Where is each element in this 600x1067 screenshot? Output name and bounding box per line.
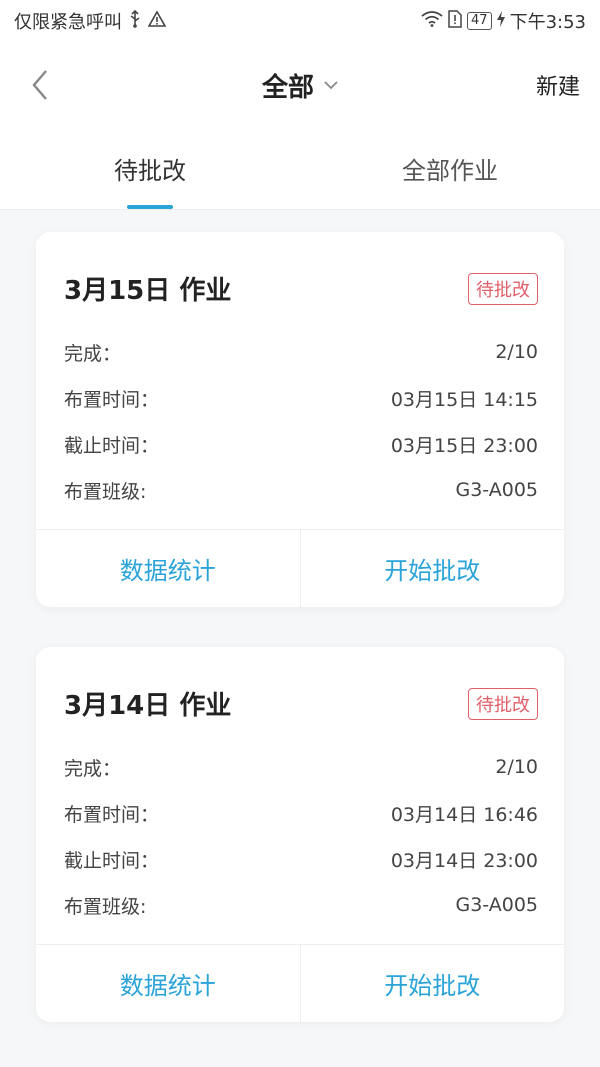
homework-card[interactable]: 3月15日 作业 待批改 完成： 2/10 布置时间： 03月15日 14:15… xyxy=(36,232,564,607)
row-label: 布置班级: xyxy=(64,895,147,918)
chevron-down-icon xyxy=(324,81,338,90)
clock-time: 下午3:53 xyxy=(509,12,586,33)
carrier-text: 仅限紧急呼叫 xyxy=(14,12,122,33)
detail-row-class: 布置班级: G3-A005 xyxy=(64,882,538,928)
row-label: 完成： xyxy=(64,342,122,365)
row-value: 03月14日 16:46 xyxy=(390,803,538,826)
tab-label: 待批改 xyxy=(114,157,186,185)
status-bar: 仅限紧急呼叫 47 下午3:53 xyxy=(0,0,600,42)
start-grading-button[interactable]: 开始批改 xyxy=(299,945,565,1022)
start-grading-button[interactable]: 开始批改 xyxy=(299,530,565,607)
row-value: 03月15日 14:15 xyxy=(390,388,538,411)
top-area: 仅限紧急呼叫 47 下午3:53 全部 新建 待批改 全部作业 xyxy=(0,0,600,210)
row-label: 截止时间： xyxy=(64,434,160,457)
row-value: 03月14日 23:00 xyxy=(390,849,538,872)
usb-icon xyxy=(128,9,142,33)
row-label: 布置时间： xyxy=(64,388,160,411)
sim-alert-icon xyxy=(448,9,462,33)
statistics-button[interactable]: 数据统计 xyxy=(36,945,300,1022)
detail-row-deadline: 截止时间： 03月15日 23:00 xyxy=(64,421,538,467)
tab-bar: 待批改 全部作业 xyxy=(0,128,600,210)
status-badge: 待批改 xyxy=(468,687,538,720)
wifi-icon xyxy=(421,10,443,32)
card-header: 3月14日 作业 待批改 xyxy=(36,647,564,744)
card-title: 3月14日 作业 xyxy=(64,691,232,721)
row-value: 2/10 xyxy=(495,341,538,363)
warning-icon xyxy=(147,9,167,32)
detail-row-deadline: 截止时间： 03月14日 23:00 xyxy=(64,836,538,882)
filter-dropdown[interactable]: 全部 xyxy=(262,67,338,104)
detail-row-assigned-time: 布置时间： 03月14日 16:46 xyxy=(64,790,538,836)
card-details: 完成： 2/10 布置时间： 03月15日 14:15 截止时间： 03月15日… xyxy=(36,329,564,529)
status-badge: 待批改 xyxy=(468,272,538,305)
charging-icon xyxy=(496,10,505,32)
tab-label: 全部作业 xyxy=(402,157,498,185)
detail-row-assigned-time: 布置时间： 03月15日 14:15 xyxy=(64,375,538,421)
detail-row-completion: 完成： 2/10 xyxy=(64,744,538,790)
tab-all-homework[interactable]: 全部作业 xyxy=(300,128,600,209)
card-title: 3月15日 作业 xyxy=(64,276,232,306)
row-value: 03月15日 23:00 xyxy=(390,434,538,457)
tab-indicator xyxy=(127,205,173,209)
homework-list: 3月15日 作业 待批改 完成： 2/10 布置时间： 03月15日 14:15… xyxy=(0,210,600,1022)
nav-bar: 全部 新建 xyxy=(0,42,600,128)
new-button[interactable]: 新建 xyxy=(530,65,586,105)
card-actions: 数据统计 开始批改 xyxy=(36,944,564,1022)
row-label: 布置时间： xyxy=(64,803,160,826)
homework-card[interactable]: 3月14日 作业 待批改 完成： 2/10 布置时间： 03月14日 16:46… xyxy=(36,647,564,1022)
status-left: 仅限紧急呼叫 xyxy=(14,8,167,34)
detail-row-completion: 完成： 2/10 xyxy=(64,329,538,375)
card-details: 完成： 2/10 布置时间： 03月14日 16:46 截止时间： 03月14日… xyxy=(36,744,564,944)
card-actions: 数据统计 开始批改 xyxy=(36,529,564,607)
statistics-button[interactable]: 数据统计 xyxy=(36,530,300,607)
tab-pending[interactable]: 待批改 xyxy=(0,128,300,209)
row-label: 完成： xyxy=(64,757,122,780)
row-label: 截止时间： xyxy=(64,849,160,872)
card-header: 3月15日 作业 待批改 xyxy=(36,232,564,329)
chevron-left-icon xyxy=(32,70,47,100)
row-value: G3-A005 xyxy=(455,894,538,916)
battery-indicator: 47 xyxy=(467,12,492,30)
detail-row-class: 布置班级: G3-A005 xyxy=(64,467,538,513)
row-value: G3-A005 xyxy=(455,479,538,501)
back-button[interactable] xyxy=(20,65,60,105)
status-right: 47 下午3:53 xyxy=(421,8,586,34)
row-label: 布置班级: xyxy=(64,480,147,503)
page-title: 全部 xyxy=(261,72,315,103)
row-value: 2/10 xyxy=(495,756,538,778)
